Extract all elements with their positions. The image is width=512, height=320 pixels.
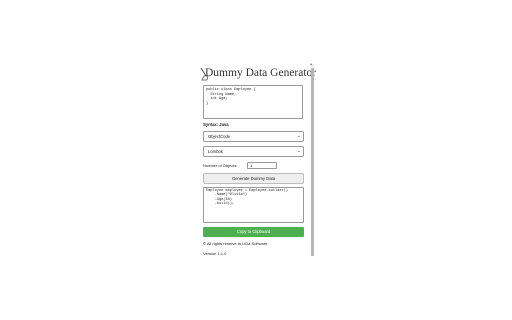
copyright-text: © All rights reserve to LiDa Software [203,241,268,246]
library-select[interactable]: Lombok ⌄ [203,146,304,157]
copy-to-clipboard-button[interactable]: Copy to Clipboard [203,227,304,237]
chevron-down-icon: ⌄ [296,148,301,154]
version-text: Version 1.1.0 [203,251,227,256]
library-value: Lombok [208,149,223,154]
scroll-up-icon[interactable]: ▴ [310,62,312,66]
number-of-objects-input[interactable]: 1 [247,162,277,169]
output-format-select[interactable]: ObjectCode ⌄ [203,131,304,142]
generate-dummy-data-button[interactable]: Generate Dummy Data [203,173,304,184]
class-code-input[interactable]: public class Employee { String Name; int… [203,85,303,119]
scrollbar-thumb[interactable] [311,68,314,256]
syntax-label: Syntax: Java [203,122,229,127]
number-of-objects-label: Number of Objects: [203,163,238,168]
output-format-value: ObjectCode [208,134,231,139]
generated-output-area[interactable]: Employee employee = Employee.builder() .… [203,187,304,223]
app-title: Dummy Data Generator [205,67,317,79]
chevron-down-icon: ⌄ [296,133,301,139]
